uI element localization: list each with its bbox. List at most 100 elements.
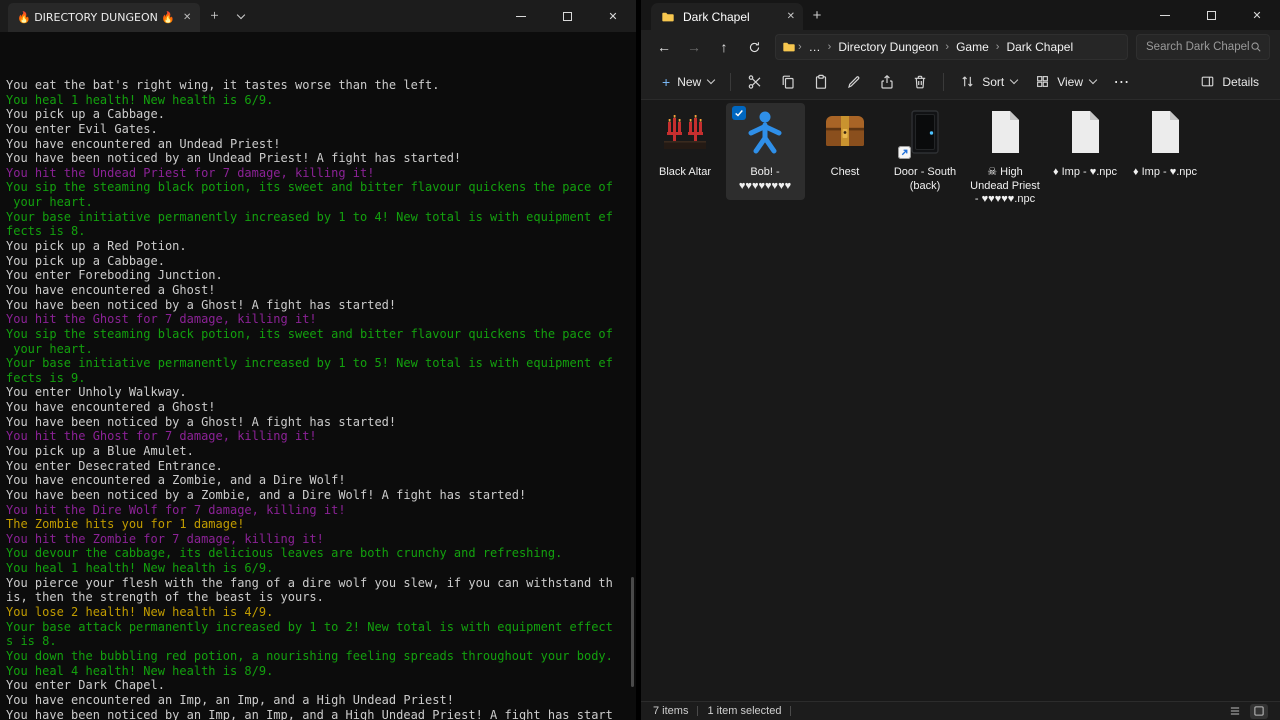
chevron-down-icon — [707, 76, 715, 84]
maximize-button[interactable] — [1188, 0, 1234, 30]
details-pane-button[interactable]: Details — [1191, 67, 1268, 96]
terminal-line: Your base attack permanently increased b… — [6, 620, 636, 635]
list-view-button[interactable] — [1226, 704, 1244, 719]
file-item[interactable]: Chest — [806, 103, 885, 187]
file-label: Chest — [831, 166, 860, 180]
copy-button[interactable] — [771, 67, 804, 96]
file-label: Black Altar — [659, 166, 711, 180]
desktop: 🔥 DIRECTORY DUNGEON 🔥 ✕ + ✕ You eat the … — [0, 0, 1280, 720]
terminal-titlebar[interactable]: 🔥 DIRECTORY DUNGEON 🔥 ✕ + ✕ — [0, 0, 636, 32]
file-label: ♦ Imp - ♥.npc — [1133, 166, 1197, 180]
terminal-tab[interactable]: 🔥 DIRECTORY DUNGEON 🔥 ✕ — [8, 3, 200, 32]
breadcrumb[interactable]: ›…›Directory Dungeon›Game›Dark Chapel — [775, 34, 1128, 60]
explorer-navbar: ← → ↑ ›…›Directory Dungeon›Game›Dark Cha… — [641, 30, 1280, 64]
more-options-button[interactable]: ⋯ — [1105, 67, 1138, 96]
close-button[interactable]: ✕ — [590, 0, 636, 32]
new-button[interactable]: + New — [653, 67, 723, 96]
tab-dropdown-button[interactable] — [228, 0, 254, 32]
terminal-line: You hit the Undead Priest for 7 damage, … — [6, 166, 636, 181]
black-altar-icon — [661, 108, 709, 156]
terminal-line: is, then the strength of the beast is yo… — [6, 590, 636, 605]
maximize-button[interactable] — [544, 0, 590, 32]
minimize-button[interactable] — [498, 0, 544, 32]
file-icon-box — [655, 107, 715, 161]
chevron-down-icon — [1089, 76, 1097, 84]
terminal-window: 🔥 DIRECTORY DUNGEON 🔥 ✕ + ✕ You eat the … — [0, 0, 636, 720]
close-button[interactable]: ✕ — [1234, 0, 1280, 30]
file-item[interactable]: Door - South (back) — [886, 103, 965, 200]
breadcrumb-item[interactable]: Directory Dungeon — [833, 40, 943, 54]
search-icon — [1250, 41, 1262, 53]
new-tab-button[interactable]: + — [803, 0, 831, 30]
icon-view-button[interactable] — [1250, 704, 1268, 719]
refresh-button[interactable] — [739, 33, 769, 61]
explorer-content[interactable]: Black Altar Bob! - ♥♥♥♥♥♥♥♥ — [641, 100, 1280, 701]
trash-icon — [912, 74, 928, 90]
file-item[interactable]: Black Altar — [646, 103, 725, 187]
up-button[interactable]: ↑ — [709, 33, 739, 61]
new-tab-button[interactable]: + — [200, 0, 228, 32]
plus-icon: + — [813, 7, 822, 24]
details-pane-icon — [1200, 74, 1215, 89]
explorer-commandbar: + New — [641, 64, 1280, 100]
terminal-line: You have encountered a Zombie, and a Dir… — [6, 473, 636, 488]
breadcrumb-item[interactable]: Game — [951, 40, 994, 54]
sort-button-label: Sort — [982, 75, 1004, 89]
explorer-tab[interactable]: Dark Chapel ✕ — [651, 3, 803, 30]
terminal-output[interactable]: You eat the bat's right wing, it tastes … — [0, 32, 636, 720]
back-button[interactable]: ← — [649, 33, 679, 61]
sort-button[interactable]: Sort — [951, 67, 1026, 96]
maximize-icon — [1207, 11, 1216, 20]
paste-button[interactable] — [804, 67, 837, 96]
minimize-icon — [516, 16, 526, 17]
search-box[interactable] — [1136, 34, 1270, 60]
terminal-scrollbar[interactable] — [631, 577, 634, 687]
breadcrumb-chevron-icon: › — [994, 41, 1002, 53]
minimize-icon — [1160, 15, 1170, 16]
minimize-button[interactable] — [1142, 0, 1188, 30]
file-item[interactable]: Bob! - ♥♥♥♥♥♥♥♥ — [726, 103, 805, 200]
explorer-titlebar[interactable]: Dark Chapel ✕ + ✕ — [641, 0, 1280, 30]
share-button[interactable] — [870, 67, 903, 96]
tab-close-icon[interactable]: ✕ — [787, 11, 795, 22]
file-icon-box — [815, 107, 875, 161]
terminal-line: You enter Evil Gates. — [6, 122, 636, 137]
terminal-line: You heal 4 health! New health is 8/9. — [6, 664, 636, 679]
status-view-toggles — [1226, 704, 1268, 719]
file-label: Bob! - ♥♥♥♥♥♥♥♥ — [728, 166, 803, 193]
terminal-line: You have been noticed by a Ghost! A figh… — [6, 415, 636, 430]
delete-button[interactable] — [903, 67, 936, 96]
terminal-line: You hit the Ghost for 7 damage, killing … — [6, 312, 636, 327]
tab-close-icon[interactable]: ✕ — [183, 12, 191, 23]
terminal-line: Your base initiative permanently increas… — [6, 356, 636, 371]
view-button[interactable]: View — [1026, 67, 1105, 96]
view-button-label: View — [1057, 75, 1083, 89]
breadcrumb-chevron-icon: › — [796, 41, 804, 53]
search-input[interactable] — [1146, 41, 1250, 53]
cut-button[interactable] — [738, 67, 771, 96]
more-icon: ⋯ — [1114, 72, 1130, 92]
terminal-line: You pick up a Blue Amulet. — [6, 444, 636, 459]
file-item[interactable]: ☠ High Undead Priest - ♥♥♥♥♥.npc — [966, 103, 1045, 214]
explorer-tab-title: Dark Chapel — [683, 10, 750, 24]
rename-button[interactable] — [837, 67, 870, 96]
details-pane-label: Details — [1222, 75, 1259, 89]
forward-button[interactable]: → — [679, 33, 709, 61]
toolbar-divider — [943, 73, 944, 91]
terminal-line: You down the bubbling red potion, a nour… — [6, 649, 636, 664]
breadcrumb-item[interactable]: Dark Chapel — [1001, 40, 1078, 54]
shortcut-arrow-icon — [898, 146, 911, 159]
file-icon-box — [735, 107, 795, 161]
terminal-line: You have been noticed by an Imp, an Imp,… — [6, 708, 636, 720]
icon-view-icon — [1253, 705, 1265, 717]
file-item[interactable]: ♦ Imp - ♥.npc — [1046, 103, 1125, 187]
terminal-line: fects is 8. — [6, 224, 636, 239]
close-icon: ✕ — [608, 10, 617, 23]
file-icon-box — [1135, 107, 1195, 161]
folder-icon — [661, 10, 675, 24]
file-item[interactable]: ♦ Imp - ♥.npc — [1126, 103, 1205, 187]
terminal-window-controls: ✕ — [498, 0, 636, 32]
explorer-statusbar: 7 items 1 item selected — [641, 701, 1280, 720]
breadcrumb-item[interactable]: … — [804, 40, 826, 54]
breadcrumb-chevron-icon: › — [826, 41, 834, 53]
